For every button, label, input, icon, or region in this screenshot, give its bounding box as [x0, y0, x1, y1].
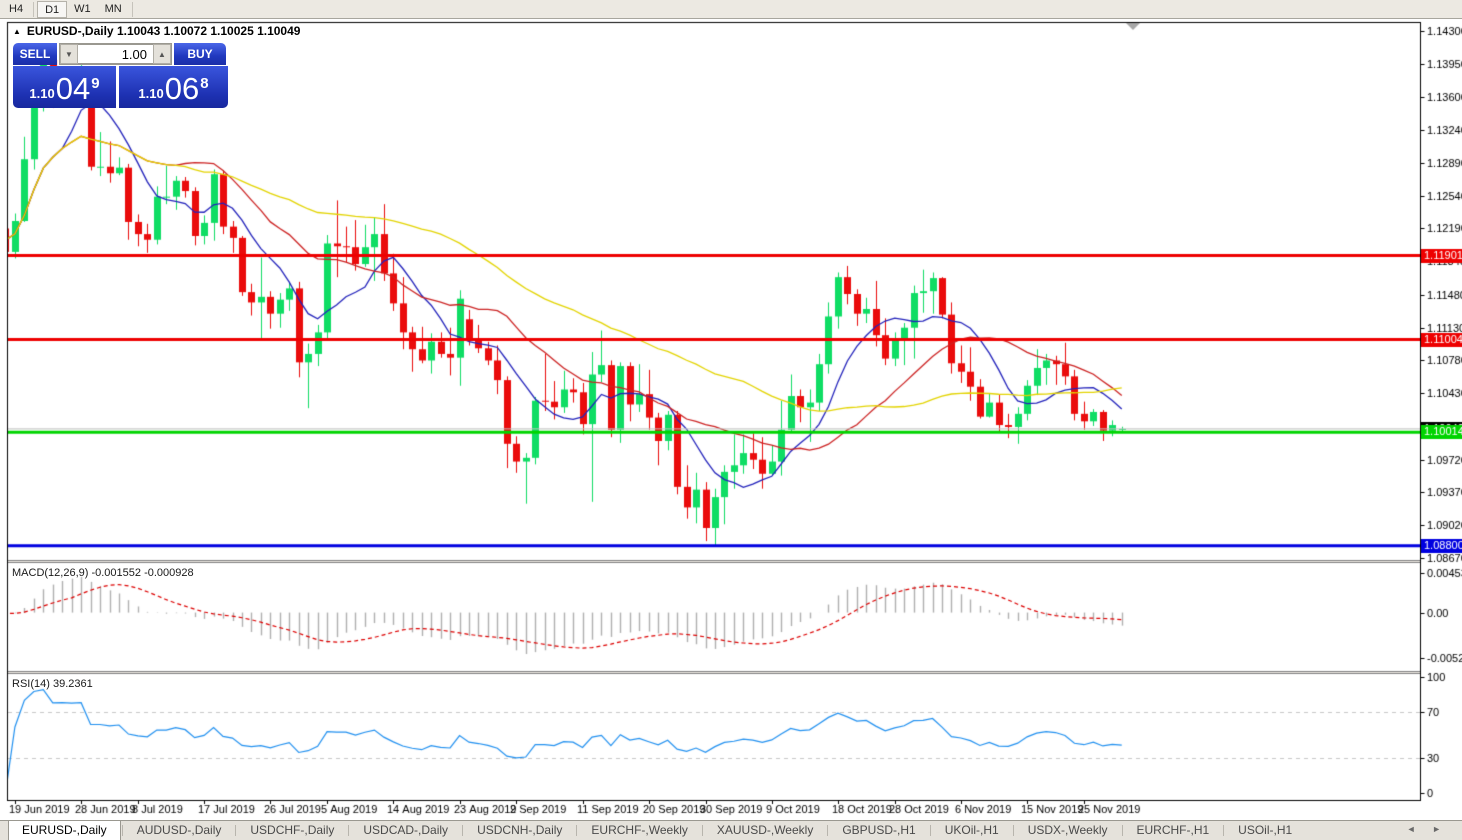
buy-price-prefix: 1.10: [138, 86, 163, 101]
tab-eurchf-h1[interactable]: EURCHF-,H1: [1124, 821, 1223, 840]
tab-separator: [702, 825, 703, 836]
tab-usdx-weekly[interactable]: USDX-,Weekly: [1015, 821, 1121, 840]
tab-separator: [235, 825, 236, 836]
volume-down-icon[interactable]: ▼: [60, 44, 78, 64]
buy-price-sup: 8: [200, 75, 208, 92]
tab-separator: [1122, 825, 1123, 836]
tab-usdcnh-daily[interactable]: USDCNH-,Daily: [464, 821, 575, 840]
volume-input[interactable]: [78, 44, 153, 64]
timeframe-toolbar: H4 D1 W1 MN: [0, 0, 1462, 19]
tab-eurchf-weekly[interactable]: EURCHF-,Weekly: [578, 821, 700, 840]
rsi-indicator-label: RSI(14) 39.2361: [12, 678, 93, 690]
timeframe-h4-button[interactable]: H4: [2, 1, 30, 18]
collapse-icon[interactable]: ▲: [13, 27, 21, 36]
chart-tab-bar: EURUSD-,DailyAUDUSD-,DailyUSDCHF-,DailyU…: [0, 820, 1462, 840]
timeframe-d1-button[interactable]: D1: [37, 1, 67, 18]
sell-price[interactable]: 1.10049: [13, 66, 116, 108]
tab-usdcad-daily[interactable]: USDCAD-,Daily: [350, 821, 461, 840]
macd-indicator-label: MACD(12,26,9) -0.001552 -0.000928: [12, 567, 194, 579]
buy-button[interactable]: BUY: [174, 43, 226, 65]
tab-audusd-daily[interactable]: AUDUSD-,Daily: [124, 821, 235, 840]
tab-separator: [1223, 825, 1224, 836]
volume-stepper: ▼ ▲: [59, 43, 172, 65]
chart-info-line: ▲ EURUSD-,Daily 1.10043 1.10072 1.10025 1…: [13, 24, 300, 38]
tab-gbpusd-h1[interactable]: GBPUSD-,H1: [829, 821, 928, 840]
timeframe-w1-button[interactable]: W1: [67, 1, 98, 18]
one-click-trading-panel: SELL ▼ ▲ BUY 1.10049 1.10068: [13, 43, 228, 108]
tab-separator: [122, 825, 123, 836]
tab-separator: [462, 825, 463, 836]
tab-xauusd-weekly[interactable]: XAUUSD-,Weekly: [704, 821, 826, 840]
sell-price-big: 04: [56, 74, 90, 104]
buy-price[interactable]: 1.10068: [119, 66, 228, 108]
sell-button[interactable]: SELL: [13, 43, 57, 65]
timeframe-mn-button[interactable]: MN: [98, 1, 129, 18]
volume-up-icon[interactable]: ▲: [153, 44, 171, 64]
tab-usoil-h1[interactable]: USOil-,H1: [1225, 821, 1305, 840]
tab-scroll-arrows[interactable]: ◄ ►: [1407, 824, 1448, 834]
ohlc-quote-text: EURUSD-,Daily 1.10043 1.10072 1.10025 1.…: [27, 24, 301, 38]
mt4-chart-window: H4 D1 W1 MN ▲ EURUSD-,Daily 1.10043 1.100…: [0, 0, 1462, 840]
tab-separator: [576, 825, 577, 836]
tab-usdchf-daily[interactable]: USDCHF-,Daily: [237, 821, 347, 840]
tab-separator: [348, 825, 349, 836]
tab-ukoil-h1[interactable]: UKOil-,H1: [932, 821, 1012, 840]
toolbar-separator: [33, 2, 34, 17]
sell-price-sup: 9: [91, 75, 99, 92]
tab-separator: [827, 825, 828, 836]
toolbar-separator: [132, 2, 133, 17]
tab-separator: [930, 825, 931, 836]
tab-separator: [1013, 825, 1014, 836]
chart-canvas[interactable]: [0, 0, 1462, 840]
sell-price-prefix: 1.10: [29, 86, 54, 101]
buy-price-big: 06: [165, 74, 199, 104]
tab-eurusd-daily[interactable]: EURUSD-,Daily: [8, 821, 121, 840]
